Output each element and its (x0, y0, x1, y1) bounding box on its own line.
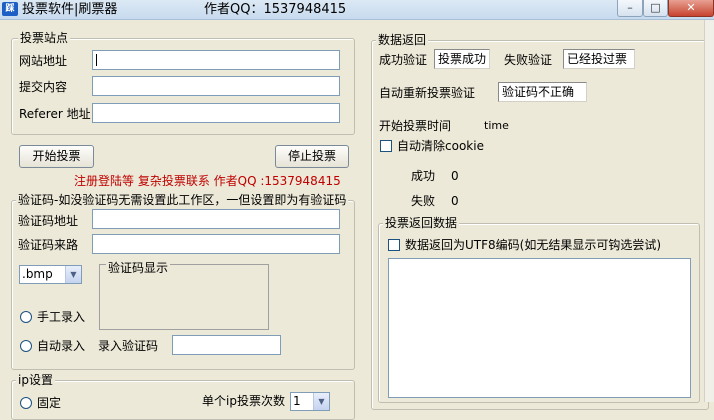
minimize-button[interactable]: – (617, 0, 643, 17)
content-label: 提交内容 (19, 80, 68, 94)
captcha-display-legend: 验证码显示 (106, 261, 171, 275)
fixed-ip-radio[interactable] (20, 397, 32, 409)
image-format-select[interactable]: .bmp ▼ (19, 265, 82, 284)
window-author: 作者QQ：1537948415 (204, 2, 347, 17)
maximize-icon: □ (650, 1, 661, 14)
success-verify-field[interactable]: 投票成功 (434, 49, 490, 69)
auto-revote-field[interactable]: 验证码不正确 (498, 82, 587, 102)
auto-entry-radio[interactable] (20, 340, 32, 352)
start-time-label: 开始投票时间 (379, 119, 452, 133)
utf8-label: 数据返回为UTF8编码(如无结果显示可钩选尝试) (405, 238, 662, 252)
chevron-down-icon[interactable]: ▼ (65, 266, 81, 283)
clear-cookie-label: 自动清除cookie (397, 139, 484, 153)
result-group: 数据返回 成功验证 投票成功 失败验证 已经投过票 自动重新投票验证 验证码不正… (371, 33, 709, 410)
close-icon: ✕ (686, 1, 696, 14)
returned-data-group: 投票返回数据 数据返回为UTF8编码(如无结果显示可钩选尝试) (378, 216, 700, 403)
single-ip-count-value: 1 (293, 394, 301, 408)
site-group: 投票站点 网站地址 提交内容 Referer 地址 (11, 31, 355, 135)
url-label: 网站地址 (19, 54, 68, 68)
manual-entry-radio[interactable] (20, 311, 32, 323)
captcha-legend: 验证码-如没验证码无需设置此工作区，一但设置即为有验证码 (16, 193, 349, 207)
ip-legend: ip设置 (16, 373, 55, 387)
captcha-addr-input[interactable] (92, 209, 340, 229)
close-button[interactable]: ✕ (668, 0, 714, 17)
maximize-button[interactable]: □ (643, 0, 668, 17)
fail-count-value: 0 (451, 194, 459, 208)
captcha-input[interactable] (172, 335, 281, 355)
site-legend: 投票站点 (18, 31, 71, 45)
captcha-group: 验证码-如没验证码无需设置此工作区，一但设置即为有验证码 验证码地址 验证码来路… (11, 193, 355, 370)
image-format-value: .bmp (22, 267, 53, 281)
fixed-ip-label: 固定 (37, 396, 62, 410)
window-title: 投票软件|刷票器 (22, 2, 118, 17)
fail-verify-field[interactable]: 已经投过票 (563, 49, 635, 69)
title-bar: 踩 投票软件|刷票器 作者QQ：1537948415 – □ ✕ (0, 0, 714, 20)
content-input[interactable] (92, 76, 340, 96)
referer-label: Referer 地址 (19, 107, 91, 121)
captcha-source-label: 验证码来路 (18, 238, 79, 252)
captcha-input-label: 录入验证码 (98, 339, 159, 353)
single-ip-count-label: 单个ip投票次数 (202, 394, 285, 408)
window-scrollbar[interactable] (704, 20, 714, 402)
client-area: 投票站点 网站地址 提交内容 Referer 地址 开始投票 停止投票 注册登陆… (0, 20, 714, 420)
captcha-source-input[interactable] (92, 234, 340, 254)
returned-data-legend: 投票返回数据 (383, 216, 460, 230)
captcha-addr-label: 验证码地址 (18, 214, 79, 228)
result-legend: 数据返回 (376, 33, 429, 47)
app-icon: 踩 (2, 2, 18, 16)
referer-input[interactable] (92, 103, 340, 123)
fail-verify-label: 失败验证 (504, 53, 553, 67)
stop-vote-button[interactable]: 停止投票 (275, 145, 349, 168)
fail-count-label: 失败 (411, 194, 436, 208)
ip-group: ip设置 固定 单个ip投票次数 1 ▼ (11, 373, 355, 420)
auto-entry-label: 自动录入 (37, 339, 86, 353)
manual-entry-label: 手工录入 (37, 310, 86, 324)
clear-cookie-checkbox[interactable] (380, 140, 392, 152)
captcha-display-box: 验证码显示 (99, 261, 269, 330)
auto-revote-label: 自动重新投票验证 (379, 86, 476, 100)
contact-notice: 注册登陆等 复杂投票联系 作者QQ :1537948415 (74, 174, 341, 188)
success-count-label: 成功 (411, 169, 436, 183)
minimize-icon: – (627, 1, 633, 14)
start-vote-button[interactable]: 开始投票 (19, 145, 94, 168)
start-time-value: time (484, 119, 509, 132)
returned-data-textarea[interactable] (388, 258, 691, 398)
utf8-checkbox[interactable] (388, 239, 400, 251)
success-verify-label: 成功验证 (379, 53, 428, 67)
url-input[interactable] (92, 50, 340, 70)
success-count-value: 0 (451, 169, 459, 183)
